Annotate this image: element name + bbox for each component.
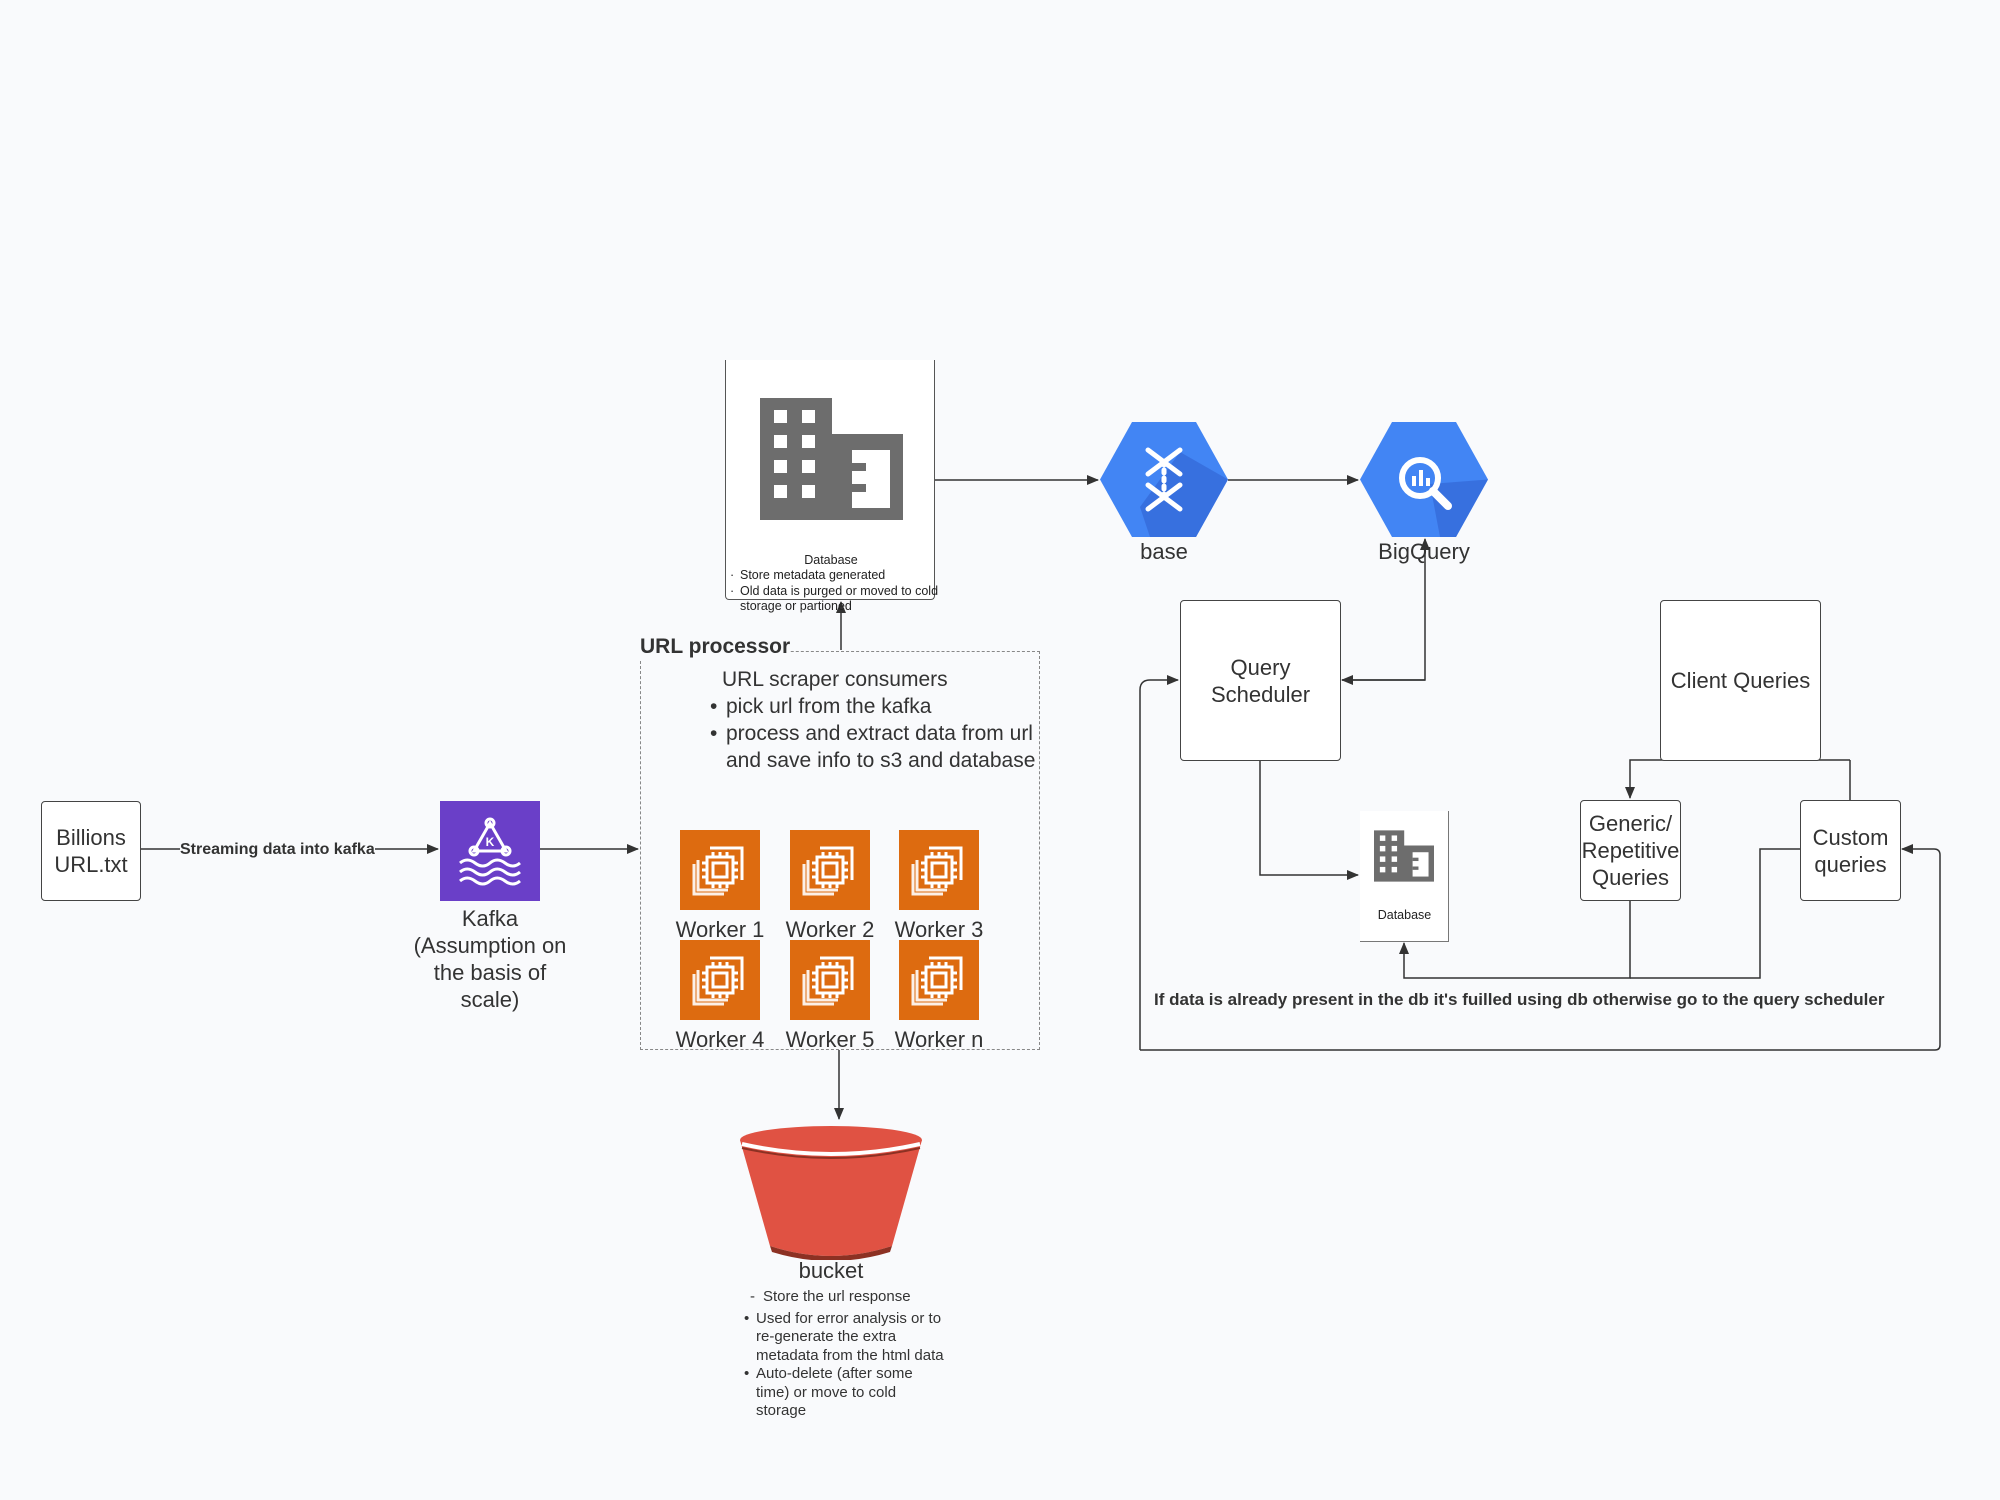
billions-label: Billions URL.txt [54,825,128,877]
bucket-icon[interactable] [738,1118,924,1265]
arrow-scheduler-database [1259,760,1359,880]
database-top-node[interactable]: Database · Store metadata generated · Old … [725,360,938,613]
kafka-label: Kafka (Assumption on the basis of scale) [413,906,567,1012]
building-icon [1374,830,1434,882]
building-icon [760,398,903,520]
worker-label: Worker 3 [894,917,984,942]
bucket-notes: -Store the url response Used for error a… [744,1288,944,1421]
svg-text:K: K [486,835,495,849]
worker-ec2-icon[interactable] [680,940,760,1020]
worker-ec2-icon[interactable] [899,830,979,910]
worker-label: Worker 4 [675,1027,765,1052]
bucket-label: bucket [798,1258,864,1283]
streaming-label: Streaming data into kafka [180,836,375,863]
worker-ec2-icon[interactable] [790,940,870,1020]
database-small-label: Database [1377,908,1432,922]
diagram-canvas: Billions URL.txt Streaming data into kaf… [0,0,2000,1500]
query-scheduler-node[interactable]: Query Scheduler [1180,600,1341,761]
worker-label: Worker 5 [785,1027,875,1052]
base-label: base [1140,539,1188,564]
worker-ec2-icon[interactable] [899,940,979,1020]
generic-queries-label: Generic/ Repetitive Queries [1581,811,1680,890]
database-small-node[interactable]: Database [1360,811,1449,942]
base-dataflow-icon[interactable] [1100,422,1228,542]
database-top-notes: · Store metadata generated · Old data is p… [730,568,939,613]
custom-queries-node[interactable]: Custom queries [1800,800,1901,901]
url-processor-title: URL processor [640,633,791,660]
generic-queries-node[interactable]: Generic/ Repetitive Queries [1580,800,1681,901]
client-queries-node[interactable]: Client Queries [1660,600,1821,761]
client-queries-label: Client Queries [1670,668,1811,693]
bigquery-icon[interactable] [1360,422,1488,542]
database-top-title: Database [804,553,858,567]
worker-label: Worker n [894,1027,984,1052]
arrow-client-generic [1625,759,1850,799]
cache-note: If data is already present in the db it'… [1154,990,1885,1009]
url-processor-description: URL scraper consumers pick url from the … [710,666,1040,774]
worker-label: Worker 2 [785,917,875,942]
worker-ec2-icon[interactable] [680,830,760,910]
kafka-icon[interactable]: K [440,801,540,901]
query-scheduler-label: Query Scheduler [1210,654,1311,707]
billions-url-file-node[interactable]: Billions URL.txt [41,801,141,901]
bigquery-label: BigQuery [1378,539,1470,564]
worker-label: Worker 1 [675,917,765,942]
custom-queries-label: Custom queries [1812,824,1889,877]
worker-ec2-icon[interactable] [790,830,870,910]
